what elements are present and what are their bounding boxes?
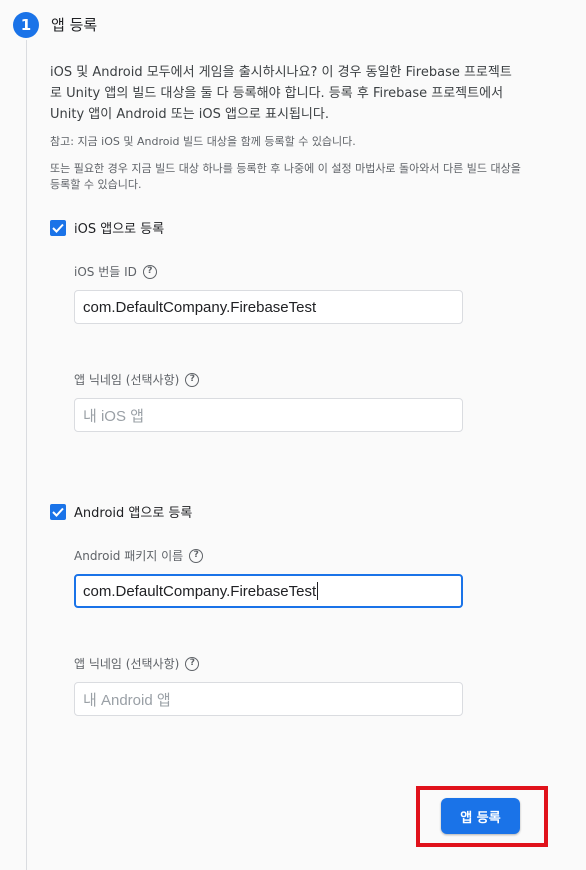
android-package-name-value: com.DefaultCompany.FirebaseTest — [83, 582, 317, 600]
help-circle-icon[interactable]: ? — [189, 548, 204, 563]
ios-nickname-placeholder: 내 iOS 앱 — [83, 407, 144, 425]
check-icon — [50, 219, 66, 236]
android-checkbox-label: Android 앱으로 등록 — [74, 506, 193, 521]
android-nickname-placeholder: 내 Android 앱 — [83, 691, 171, 709]
android-package-label-text: Android 패키지 이름 — [74, 549, 184, 563]
ios-bundle-label: iOS 번들 ID ? — [74, 263, 157, 280]
ios-bundle-id-input[interactable]: com.DefaultCompany.FirebaseTest — [74, 290, 463, 324]
android-nickname-label: 앱 닉네임 (선택사항) ? — [74, 655, 200, 672]
note-text: 참고: 지금 iOS 및 Android 빌드 대상을 함께 등록할 수 있습니… — [50, 135, 356, 148]
note-secondary-text: 또는 필요한 경우 지금 빌드 대상 하나를 등록한 후 나중에 이 설정 마법… — [50, 162, 521, 191]
highlight-annotation-box — [416, 786, 548, 847]
ios-checkbox-label: iOS 앱으로 등록 — [74, 222, 165, 237]
help-circle-icon[interactable]: ? — [185, 656, 200, 671]
help-circle-icon[interactable]: ? — [142, 264, 157, 279]
android-nickname-input[interactable]: 내 Android 앱 — [74, 682, 463, 716]
text-caret — [317, 582, 319, 600]
step-number-badge: 1 — [13, 12, 39, 38]
step-title: 앱 등록 — [51, 16, 98, 34]
description-text: iOS 및 Android 모두에서 게임을 출시하시나요? 이 경우 동일한 … — [50, 65, 512, 122]
ios-bundle-id-value: com.DefaultCompany.FirebaseTest — [83, 298, 317, 316]
ios-register-checkbox[interactable]: iOS 앱으로 등록 — [50, 218, 164, 237]
ios-nickname-label-text: 앱 닉네임 (선택사항) — [74, 373, 180, 387]
android-nickname-label-text: 앱 닉네임 (선택사항) — [74, 657, 180, 671]
android-register-checkbox[interactable]: Android 앱으로 등록 — [50, 502, 192, 521]
ios-nickname-input[interactable]: 내 iOS 앱 — [74, 398, 463, 432]
stepper-rail — [26, 40, 27, 870]
ios-nickname-label: 앱 닉네임 (선택사항) ? — [74, 371, 200, 388]
android-package-name-input[interactable]: com.DefaultCompany.FirebaseTest — [74, 574, 463, 608]
check-icon — [50, 503, 66, 520]
page-background — [0, 0, 586, 870]
ios-bundle-label-text: iOS 번들 ID — [74, 265, 137, 279]
android-package-label: Android 패키지 이름 ? — [74, 547, 204, 564]
help-circle-icon[interactable]: ? — [185, 372, 200, 387]
